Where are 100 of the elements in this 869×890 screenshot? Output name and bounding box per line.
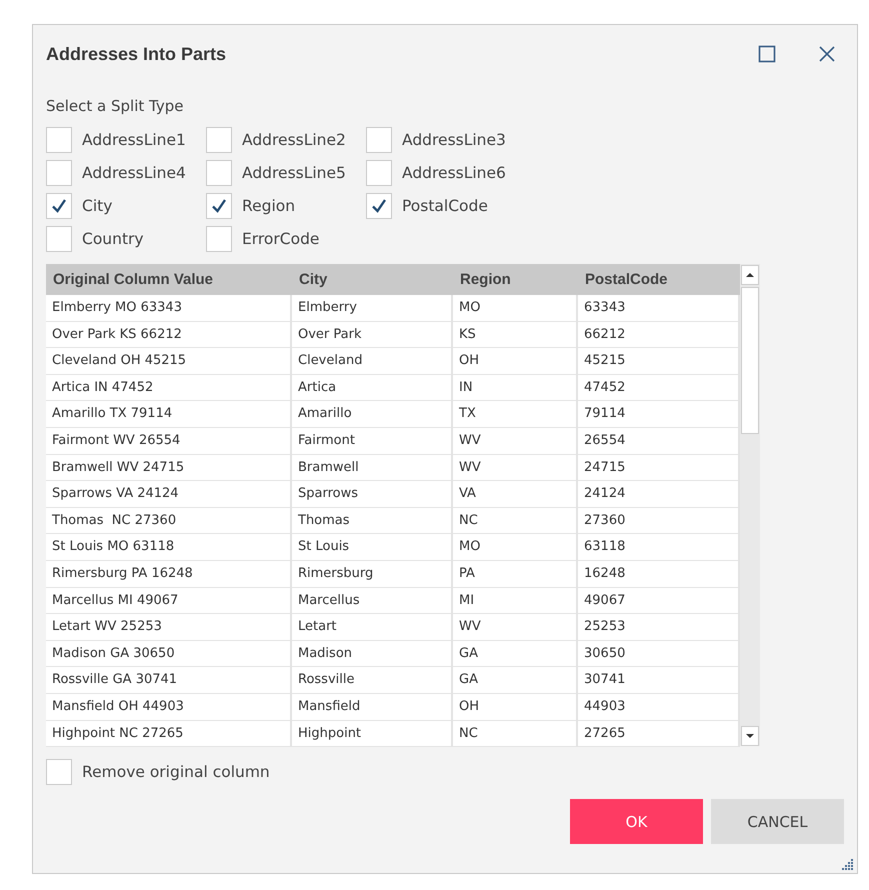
checkbox[interactable] bbox=[206, 193, 232, 219]
table-cell: Rossville bbox=[292, 667, 453, 694]
table-cell: Bramwell bbox=[292, 454, 453, 482]
table-cell: 63343 bbox=[578, 295, 740, 322]
table-cell: 24715 bbox=[578, 454, 740, 482]
checkbox-label: AddressLine5 bbox=[242, 164, 346, 182]
table-cell: Thomas bbox=[292, 508, 453, 534]
table-cell: IN bbox=[453, 374, 578, 402]
scroll-down-icon[interactable] bbox=[741, 726, 759, 746]
checkbox[interactable] bbox=[46, 226, 72, 252]
checkbox[interactable] bbox=[46, 759, 72, 785]
table-cell: Over Park bbox=[292, 322, 453, 348]
column-header[interactable]: Region bbox=[453, 264, 578, 295]
table-cell: Marcellus MI 49067 bbox=[46, 588, 292, 614]
table-cell: Amarillo bbox=[292, 401, 453, 428]
table-cell: Fairmont WV 26554 bbox=[46, 428, 292, 455]
checkbox-label: AddressLine3 bbox=[402, 131, 506, 149]
column-header[interactable]: City bbox=[292, 264, 453, 295]
checkbox-label: AddressLine1 bbox=[82, 131, 186, 149]
table-cell: Marcellus bbox=[292, 588, 453, 614]
table-cell: Highpoint bbox=[292, 720, 453, 748]
checkbox[interactable] bbox=[46, 193, 72, 219]
table-cell: Letart WV 25253 bbox=[46, 614, 292, 641]
table-cell: 16248 bbox=[578, 560, 740, 588]
scroll-up-icon[interactable] bbox=[741, 265, 759, 285]
table-cell: Mansfield bbox=[292, 694, 453, 720]
table-cell: TX bbox=[453, 401, 578, 428]
table-cell: 30741 bbox=[578, 667, 740, 694]
table-cell: 49067 bbox=[578, 588, 740, 614]
table-cell: MO bbox=[453, 295, 578, 322]
table-cell: Cleveland OH 45215 bbox=[46, 348, 292, 375]
checkbox-label: AddressLine6 bbox=[402, 164, 506, 182]
table-cell: Sparrows bbox=[292, 481, 453, 508]
checkbox-label: AddressLine2 bbox=[242, 131, 346, 149]
table-cell: 66212 bbox=[578, 322, 740, 348]
resize-grip-icon[interactable] bbox=[842, 858, 854, 870]
table-cell: NC bbox=[453, 508, 578, 534]
table-cell: OH bbox=[453, 348, 578, 375]
table-cell: 79114 bbox=[578, 401, 740, 428]
table-cell: GA bbox=[453, 667, 578, 694]
checkbox-label: PostalCode bbox=[402, 197, 488, 215]
table-cell: Thomas NC 27360 bbox=[46, 508, 292, 534]
table-cell: Over Park KS 66212 bbox=[46, 322, 292, 348]
table-cell: 27265 bbox=[578, 720, 740, 748]
table-cell: GA bbox=[453, 640, 578, 668]
table-cell: St Louis MO 63118 bbox=[46, 534, 292, 561]
ok-button[interactable]: OK bbox=[570, 799, 703, 844]
cancel-button[interactable]: CANCEL bbox=[711, 799, 844, 844]
column-header[interactable]: PostalCode bbox=[578, 264, 740, 295]
table-cell: Artica IN 47452 bbox=[46, 374, 292, 402]
table-cell: MO bbox=[453, 534, 578, 561]
table-cell: 25253 bbox=[578, 614, 740, 641]
table-cell: Elmberry bbox=[292, 295, 453, 322]
table-cell: Sparrows VA 24124 bbox=[46, 481, 292, 508]
table-cell: Rimersburg PA 16248 bbox=[46, 560, 292, 588]
table-cell: Madison bbox=[292, 640, 453, 668]
table-cell: 27360 bbox=[578, 508, 740, 534]
table-cell: Fairmont bbox=[292, 428, 453, 455]
table-cell: Bramwell WV 24715 bbox=[46, 454, 292, 482]
checkbox[interactable] bbox=[206, 226, 232, 252]
checkbox[interactable] bbox=[46, 127, 72, 153]
table-cell: Elmberry MO 63343 bbox=[46, 295, 292, 322]
checkbox[interactable] bbox=[366, 160, 392, 186]
checkbox-label: Region bbox=[242, 197, 296, 215]
table-cell: 47452 bbox=[578, 374, 740, 402]
table-cell: Highpoint NC 27265 bbox=[46, 720, 292, 748]
table-cell: Artica bbox=[292, 374, 453, 402]
checkbox[interactable] bbox=[366, 193, 392, 219]
table-cell: KS bbox=[453, 322, 578, 348]
checkbox[interactable] bbox=[366, 127, 392, 153]
table-cell: 26554 bbox=[578, 428, 740, 455]
table-cell: NC bbox=[453, 720, 578, 748]
scroll-thumb[interactable] bbox=[741, 287, 759, 434]
table-cell: Amarillo TX 79114 bbox=[46, 401, 292, 428]
table-cell: OH bbox=[453, 694, 578, 720]
table-cell: Letart bbox=[292, 614, 453, 641]
table-cell: Rossville GA 30741 bbox=[46, 667, 292, 694]
maximize-icon[interactable] bbox=[758, 45, 776, 63]
checkbox-label: Country bbox=[82, 230, 144, 248]
table-cell: WV bbox=[453, 614, 578, 641]
column-header[interactable]: Original Column Value bbox=[46, 264, 292, 295]
checkbox-label: AddressLine4 bbox=[82, 164, 186, 182]
table-cell: Madison GA 30650 bbox=[46, 640, 292, 668]
table-cell: 45215 bbox=[578, 348, 740, 375]
table-cell: VA bbox=[453, 481, 578, 508]
table-cell: Rimersburg bbox=[292, 560, 453, 588]
table-cell: Mansfield OH 44903 bbox=[46, 694, 292, 720]
checkbox-label: Remove original column bbox=[82, 763, 270, 781]
checkbox-label: ErrorCode bbox=[242, 230, 320, 248]
checkbox[interactable] bbox=[46, 160, 72, 186]
table-cell: 24124 bbox=[578, 481, 740, 508]
scrollbar[interactable] bbox=[740, 264, 760, 746]
window-title: Addresses Into Parts bbox=[46, 44, 228, 64]
table-cell: MI bbox=[453, 588, 578, 614]
table-cell: PA bbox=[453, 560, 578, 588]
checkbox[interactable] bbox=[206, 127, 232, 153]
checkbox-label: City bbox=[82, 197, 112, 215]
table-cell: Cleveland bbox=[292, 348, 453, 375]
close-icon[interactable] bbox=[818, 45, 836, 63]
checkbox[interactable] bbox=[206, 160, 232, 186]
